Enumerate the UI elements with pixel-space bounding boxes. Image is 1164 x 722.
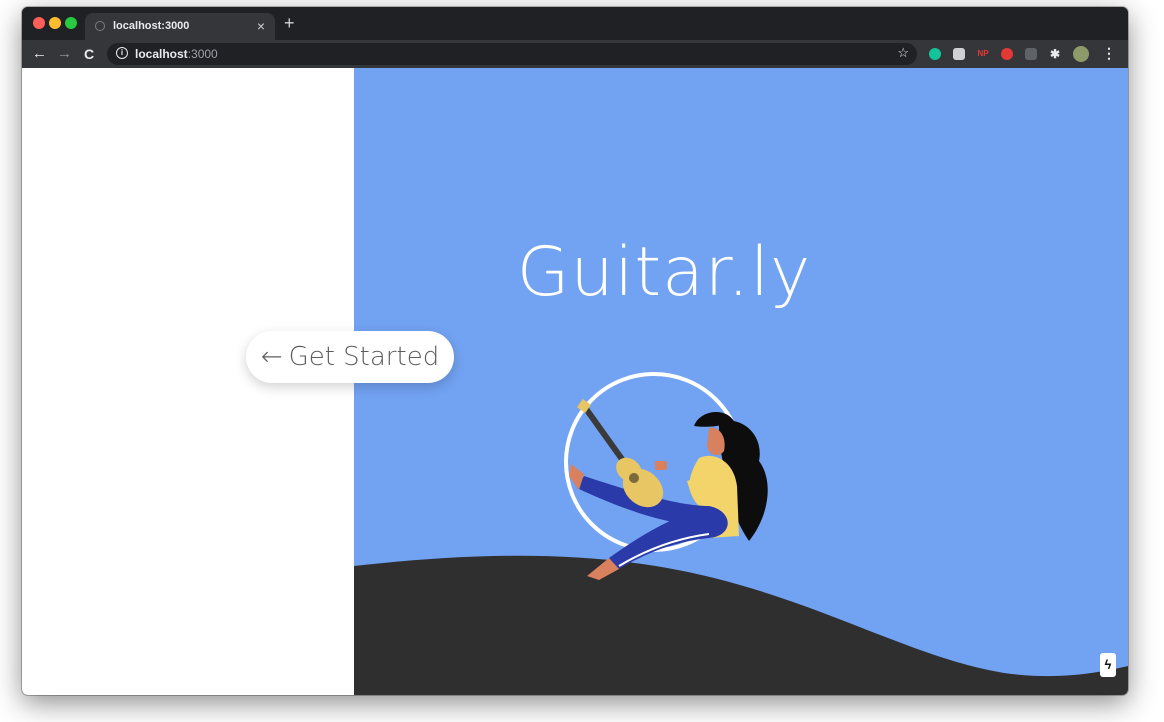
new-tab-button[interactable]: + [284,13,295,34]
brand-title: Guitar.ly [516,233,812,312]
arrow-left-icon: ← [260,342,283,372]
get-started-label: Get Started [288,342,440,372]
profile-avatar[interactable] [1073,46,1089,62]
tab-title: localhost:3000 [113,20,190,32]
guitarist-illustration [564,372,768,580]
page-content: Guitar.ly ϟ ← Get Started [22,68,1128,695]
url-text: localhost:3000 [135,47,218,61]
tab-close-icon[interactable]: × [257,18,265,34]
hero-panel: Guitar.ly ϟ [354,68,1128,695]
browser-toolbar: ← → C i localhost:3000 ☆ NP ✱ ⋮ [22,40,1128,68]
bookmark-star-icon[interactable]: ☆ [897,45,909,61]
globe-icon [95,21,105,31]
mail-icon[interactable] [953,48,965,60]
reload-button[interactable]: C [84,44,94,64]
tab-strip: localhost:3000 × + [22,7,1128,40]
close-window-button[interactable] [33,17,45,29]
record-icon[interactable] [1001,48,1013,60]
lightning-icon[interactable]: ϟ [1100,653,1116,677]
minimize-window-button[interactable] [49,17,61,29]
address-bar[interactable]: i localhost:3000 ☆ [107,43,917,65]
browser-menu-icon[interactable]: ⋮ [1102,45,1116,62]
np-extension-icon[interactable]: NP [977,48,989,60]
back-button[interactable]: ← [32,44,47,64]
info-icon[interactable]: i [116,47,128,59]
forward-button[interactable]: → [57,44,72,64]
maximize-window-button[interactable] [65,17,77,29]
grammarly-icon[interactable] [929,48,941,60]
tab-localhost[interactable]: localhost:3000 × [85,13,275,40]
get-started-button[interactable]: ← Get Started [246,331,454,383]
copy-icon[interactable] [1025,48,1037,60]
browser-window: localhost:3000 × + ← → C i localhost:300… [22,7,1128,695]
puzzle-icon[interactable]: ✱ [1049,48,1061,60]
